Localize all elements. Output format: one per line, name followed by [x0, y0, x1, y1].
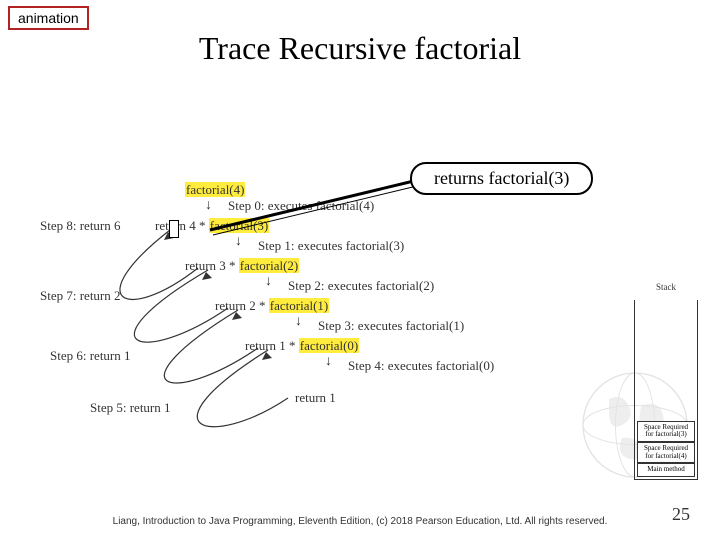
callout-bubble: returns factorial(3) [410, 162, 593, 195]
callout-leader-line [0, 0, 720, 540]
